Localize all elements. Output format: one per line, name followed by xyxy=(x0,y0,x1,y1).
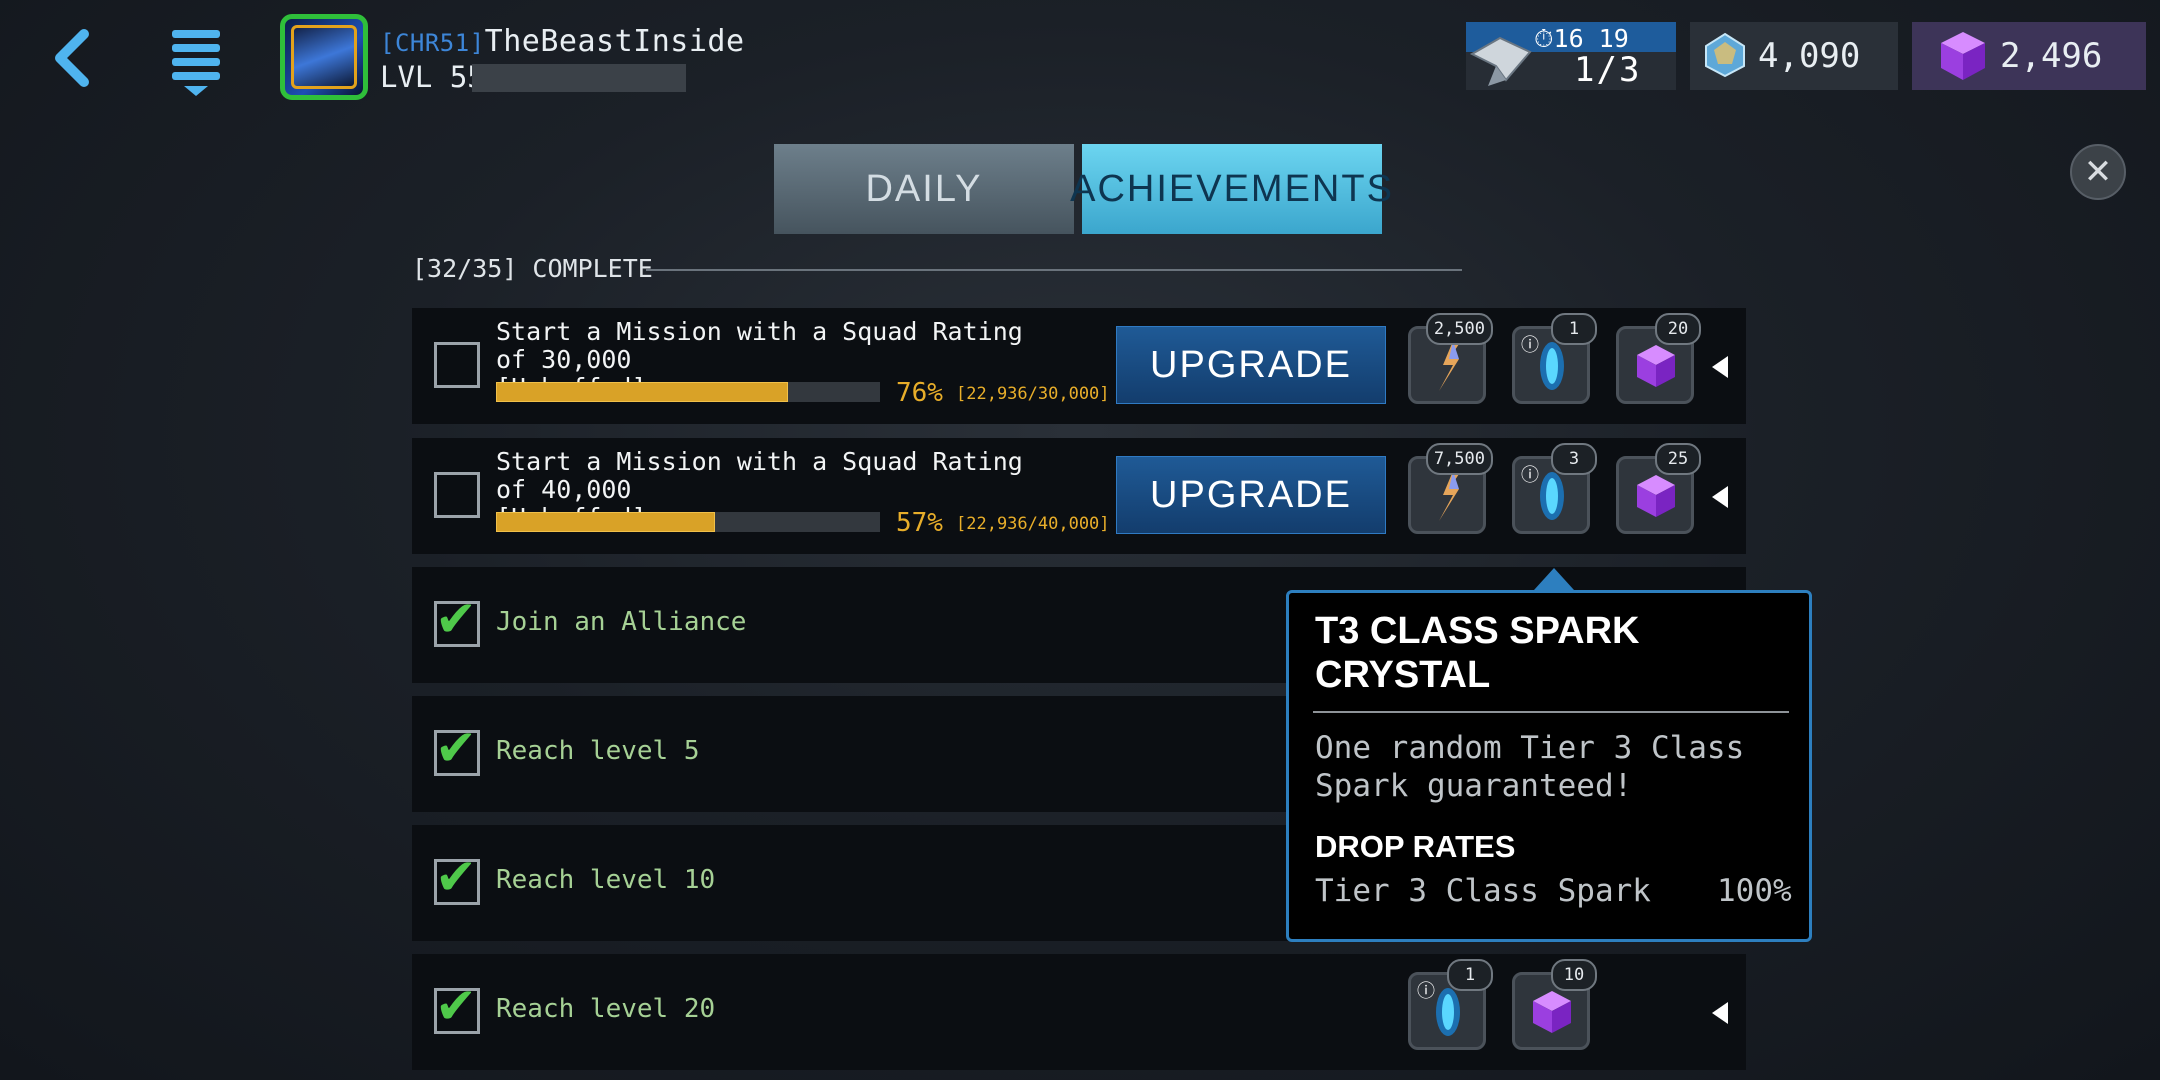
achievement-checkbox: ✔ xyxy=(434,852,480,905)
tab-daily[interactable]: DAILY xyxy=(774,144,1074,234)
menu-button[interactable] xyxy=(160,22,232,100)
gem-cube-icon xyxy=(1637,475,1675,517)
energy-count: 1/3 xyxy=(1574,50,1642,90)
achievement-checkbox xyxy=(434,472,480,518)
tooltip-title: T3 CLASS SPARK CRYSTAL xyxy=(1315,610,1640,696)
close-button[interactable]: ✕ xyxy=(2070,144,2126,200)
crystal-count: 4,090 xyxy=(1758,36,1861,76)
menu-icon xyxy=(172,30,220,96)
completion-summary: [32/35] COMPLETE xyxy=(412,254,653,283)
expand-arrow-icon[interactable] xyxy=(1712,356,1728,378)
gem-cube-icon xyxy=(1637,345,1675,387)
energy-timer-text: 16 19 xyxy=(1553,24,1629,53)
achievement-title: Join an Alliance xyxy=(496,607,747,637)
expand-arrow-icon[interactable] xyxy=(1712,486,1728,508)
reward-tooltip: T3 CLASS SPARK CRYSTAL One random Tier 3… xyxy=(1286,590,1812,942)
reward-count: 2,500 xyxy=(1425,313,1493,345)
reward-slot-spark-crystal[interactable]: ⓘ 1 xyxy=(1512,313,1597,404)
progress-fill xyxy=(496,382,788,402)
drop-rates-heading: DROP RATES xyxy=(1315,829,1516,864)
divider xyxy=(646,269,1462,271)
tab-achievements[interactable]: ACHIEVEMENTS xyxy=(1070,144,1392,234)
player-name-text: TheBeastInside xyxy=(484,24,745,59)
achievement-row: Start a Mission with a Squad Rating of 3… xyxy=(412,308,1746,424)
expand-arrow-icon[interactable] xyxy=(1712,1002,1728,1024)
info-icon: ⓘ xyxy=(1521,335,1539,356)
tooltip-description: One random Tier 3 Class Spark guaranteed… xyxy=(1315,730,1745,804)
chevron-left-icon xyxy=(55,29,89,87)
drop-item-name: Tier 3 Class Spark xyxy=(1315,873,1651,909)
checkmark-icon: ✔ xyxy=(435,977,477,1035)
reward-count: 7,500 xyxy=(1425,443,1493,475)
reward-slot-gems[interactable]: 20 xyxy=(1616,313,1701,404)
achievement-title: Reach level 20 xyxy=(496,994,716,1024)
progress-percent: 76% xyxy=(896,378,943,408)
spark-shard-icon xyxy=(1439,471,1461,521)
gem-cube-icon xyxy=(1941,32,1985,80)
upgrade-button[interactable]: UPGRADE xyxy=(1116,326,1386,404)
progress-fill xyxy=(496,512,715,532)
progress-percent: 57% xyxy=(896,508,943,538)
reward-count: 10 xyxy=(1551,959,1597,991)
player-level: LVL 55 xyxy=(380,60,485,94)
reward-slot-spark-shards[interactable]: 7,500 xyxy=(1408,443,1493,534)
back-button[interactable] xyxy=(40,22,104,94)
avatar[interactable] xyxy=(280,14,368,100)
close-icon: ✕ xyxy=(2083,152,2113,192)
avatar-portrait xyxy=(291,25,357,89)
progress-count: [22,936/30,000] xyxy=(956,384,1110,404)
gem-cube-icon xyxy=(1533,991,1571,1033)
achievement-row: Start a Mission with a Squad Rating of 4… xyxy=(412,438,1746,554)
drop-item-rate: 100% xyxy=(1717,873,1792,909)
reward-count: 1 xyxy=(1551,313,1597,345)
tooltip-pointer xyxy=(1534,568,1574,590)
tooltip-divider xyxy=(1313,711,1789,713)
checkmark-icon: ✔ xyxy=(435,590,477,648)
checkmark-icon: ✔ xyxy=(435,719,477,777)
progress-bar xyxy=(496,382,880,402)
upgrade-button[interactable]: UPGRADE xyxy=(1116,456,1386,534)
info-icon: ⓘ xyxy=(1521,465,1539,486)
reward-slot-spark-crystal[interactable]: ⓘ 1 xyxy=(1408,959,1493,1050)
reward-slot-spark-shards[interactable]: 2,500 xyxy=(1408,313,1493,404)
crystal-icon xyxy=(1705,32,1745,78)
achievement-row: ✔ Reach level 20 ⓘ 1 10 xyxy=(412,954,1746,1070)
achievement-checkbox: ✔ xyxy=(434,594,480,647)
info-icon: ⓘ xyxy=(1417,981,1435,1002)
reward-count: 25 xyxy=(1655,443,1701,475)
reward-count: 1 xyxy=(1447,959,1493,991)
achievement-checkbox: ✔ xyxy=(434,981,480,1034)
energy-icon xyxy=(1469,36,1532,86)
xp-bar xyxy=(472,64,686,92)
checkmark-icon: ✔ xyxy=(435,848,477,906)
spark-shard-icon xyxy=(1439,341,1461,391)
achievement-title: Reach level 10 xyxy=(496,865,716,895)
progress-bar xyxy=(496,512,880,532)
reward-count: 3 xyxy=(1551,443,1597,475)
achievement-checkbox: ✔ xyxy=(434,723,480,776)
player-name: [CHR51]TheBeastInside xyxy=(380,24,745,59)
gem-count: 2,496 xyxy=(2000,36,2103,76)
reward-count: 20 xyxy=(1655,313,1701,345)
player-tag: [CHR51] xyxy=(380,29,485,57)
progress-count: [22,936/40,000] xyxy=(956,514,1110,534)
reward-slot-gems[interactable]: 25 xyxy=(1616,443,1701,534)
achievement-title: Reach level 5 xyxy=(496,736,700,766)
achievement-checkbox xyxy=(434,342,480,388)
reward-slot-spark-crystal[interactable]: ⓘ 3 xyxy=(1512,443,1597,534)
reward-slot-gems[interactable]: 10 xyxy=(1512,959,1597,1050)
